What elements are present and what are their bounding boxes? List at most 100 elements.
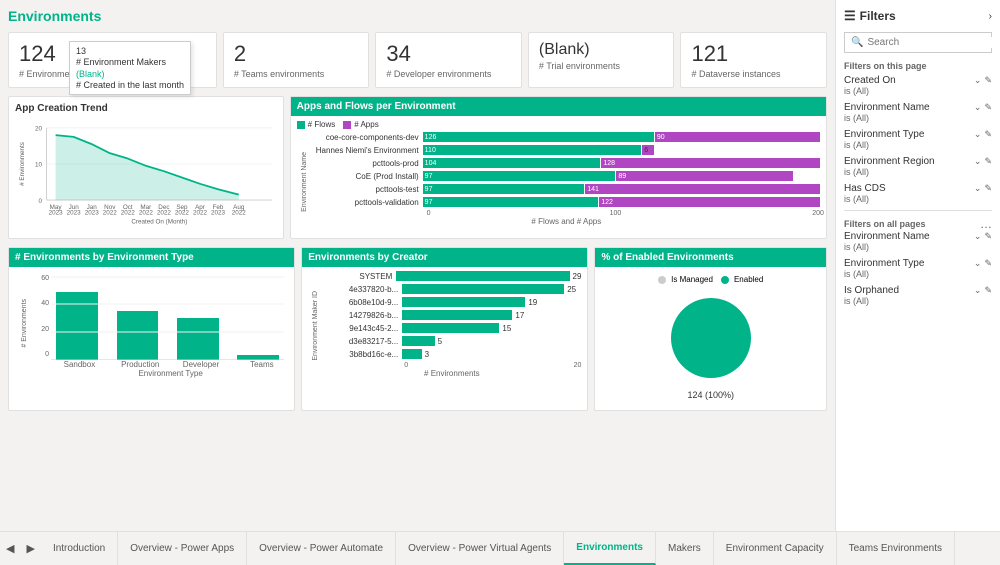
tab-power-automate[interactable]: Overview - Power Automate — [247, 532, 396, 565]
env-type-y-label-container: # Environments — [15, 271, 33, 376]
filter-env-region-chevron[interactable]: ⌄ — [974, 156, 982, 167]
filter-has-cds-value: is (All) — [844, 194, 992, 204]
pie-label: 124 (100%) — [687, 390, 734, 400]
creator-row-2: 6b08e10d-9... 19 — [322, 297, 581, 307]
filter-edit[interactable]: ✎ — [984, 75, 992, 86]
filter-is-orphaned-chevron[interactable]: ⌄ — [974, 285, 982, 296]
filter-env-name-chevron[interactable]: ⌄ — [974, 102, 982, 113]
filters-all-dots[interactable]: … — [980, 217, 992, 231]
legend-enabled: Enabled — [721, 275, 763, 284]
x-labels: Sandbox Production Developer Teams — [33, 360, 288, 369]
filter-env-name-edit[interactable]: ✎ — [984, 102, 992, 113]
filter-all-env-type-chevron[interactable]: ⌄ — [974, 258, 982, 269]
kpi-tooltip: 13 # Environment Makers (Blank) # Create… — [69, 41, 191, 95]
filter-is-orphaned-value: is (All) — [844, 296, 992, 306]
filter-all-env-name-title: Environment Name ⌄ ✎ — [844, 231, 992, 242]
env-type-card: # Environments by Environment Type # Env… — [8, 247, 295, 411]
tab-env-capacity[interactable]: Environment Capacity — [714, 532, 837, 565]
filter-all-env-name-edit[interactable]: ✎ — [984, 231, 992, 242]
line-chart-area: 20 10 0 # Environments May 2023 Jun 2023… — [15, 118, 277, 228]
filters-expand-icon[interactable]: › — [989, 11, 992, 22]
tooltip-line2: (Blank) — [76, 69, 184, 79]
kpi-developer-number: 34 — [386, 41, 511, 67]
kpi-dataverse-number: 121 — [691, 41, 816, 67]
svg-text:2023: 2023 — [211, 210, 226, 217]
apps-flows-y-label: Environment Name — [297, 132, 313, 232]
flows-color — [297, 121, 305, 129]
y-ticks: 60 40 20 0 — [33, 275, 49, 360]
kpi-teams-label: # Teams environments — [234, 69, 359, 79]
filter-env-name-title: Environment Name ⌄ ✎ — [844, 102, 992, 113]
filter-env-type-title: Environment Type ⌄ ✎ — [844, 129, 992, 140]
filters-title: ☰ Filters — [844, 8, 896, 24]
svg-text:# Environments: # Environments — [19, 142, 26, 186]
filter-env-type-edit[interactable]: ✎ — [984, 129, 992, 140]
filter-created-on: Created On ⌄ ✎ is (All) — [844, 75, 992, 96]
env-type-x-label: Environment Type — [33, 369, 288, 378]
kpi-developer: 34 # Developer environments — [375, 32, 522, 88]
tab-introduction[interactable]: Introduction — [41, 532, 118, 565]
bars-container — [51, 275, 284, 360]
filter-is-orphaned-title: Is Orphaned ⌄ ✎ — [844, 285, 992, 296]
filter-all-env-type-edit[interactable]: ✎ — [984, 258, 992, 269]
filter-has-cds-edit[interactable]: ✎ — [984, 183, 992, 194]
svg-text:2022: 2022 — [193, 210, 208, 217]
pie-svg — [661, 288, 761, 388]
tab-prev-btn[interactable]: ◀ — [0, 532, 20, 565]
creator-row-5: d3e83217-5... 5 — [322, 336, 581, 346]
tab-next-btn[interactable]: ▶ — [20, 532, 40, 565]
legend-apps: # Apps — [343, 120, 378, 129]
svg-text:2023: 2023 — [85, 210, 100, 217]
svg-text:10: 10 — [35, 162, 43, 169]
filter-env-name-value: is (All) — [844, 113, 992, 123]
filter-is-orphaned: Is Orphaned ⌄ ✎ is (All) — [844, 285, 992, 306]
charts-row-1: App Creation Trend 20 10 0 — [8, 96, 827, 239]
creator-row-3: 14279826-b... 17 — [322, 310, 581, 320]
filter-has-cds-chevron[interactable]: ⌄ — [974, 183, 982, 194]
filter-env-region-edit[interactable]: ✎ — [984, 156, 992, 167]
creator-row-4: 9e143c45-2... 15 — [322, 323, 581, 333]
legend-flows: # Flows — [297, 120, 336, 129]
filter-env-region: Environment Region ⌄ ✎ is (All) — [844, 156, 992, 177]
tabs-bar: ◀ ▶ Introduction Overview - Power Apps O… — [0, 531, 1000, 565]
vert-bars-area: 60 40 20 0 — [33, 271, 288, 360]
kpi-dataverse: 121 # Dataverse instances — [680, 32, 827, 88]
tab-environments[interactable]: Environments — [564, 532, 656, 565]
enabled-dot — [721, 276, 729, 284]
env-type-title: # Environments by Environment Type — [9, 248, 294, 267]
pct-enabled-title: % of Enabled Environments — [595, 248, 826, 267]
svg-text:2023: 2023 — [67, 210, 82, 217]
pie-legend: Is Managed Enabled — [658, 275, 763, 284]
apps-color — [343, 121, 351, 129]
creator-row-0: SYSTEM 29 — [322, 271, 581, 281]
search-input[interactable] — [867, 37, 999, 48]
kpi-trial-label: # Trial environments — [539, 61, 664, 71]
bar-row-3: CoE (Prod Install) 97 89 — [313, 171, 820, 181]
tab-makers[interactable]: Makers — [656, 532, 714, 565]
apps-flows-chart-area: Environment Name coe-core-components-dev… — [297, 132, 820, 232]
bar-row-5: pcttools-validation 97 122 — [313, 197, 820, 207]
filter-chevron[interactable]: ⌄ — [974, 75, 982, 86]
filter-env-type-chevron[interactable]: ⌄ — [974, 129, 982, 140]
legend-managed: Is Managed — [658, 275, 713, 284]
filter-env-type-value: is (All) — [844, 140, 992, 150]
svg-text:0: 0 — [39, 198, 43, 205]
filter-all-env-type-title: Environment Type ⌄ ✎ — [844, 258, 992, 269]
bar-row-4: pcttools-test 97 141 — [313, 184, 820, 194]
filter-env-type: Environment Type ⌄ ✎ is (All) — [844, 129, 992, 150]
svg-text:20: 20 — [35, 126, 43, 133]
filter-created-on-value: is (All) — [844, 86, 992, 96]
tab-teams-environments[interactable]: Teams Environments — [837, 532, 955, 565]
pie-circle — [671, 298, 751, 378]
filter-created-on-name: Created On ⌄ ✎ — [844, 75, 992, 86]
search-icon: 🔍 — [851, 37, 863, 48]
search-box[interactable]: 🔍 — [844, 32, 992, 53]
tab-power-apps[interactable]: Overview - Power Apps — [118, 532, 247, 565]
charts-row-2: # Environments by Environment Type # Env… — [8, 247, 827, 411]
tab-power-virtual-agents[interactable]: Overview - Power Virtual Agents — [396, 532, 564, 565]
creator-y-label-container: Environment Maker ID — [308, 271, 322, 381]
filter-is-orphaned-edit[interactable]: ✎ — [984, 285, 992, 296]
filter-all-env-name-chevron[interactable]: ⌄ — [974, 231, 982, 242]
creator-x-label: # Environments — [322, 369, 581, 378]
managed-dot — [658, 276, 666, 284]
